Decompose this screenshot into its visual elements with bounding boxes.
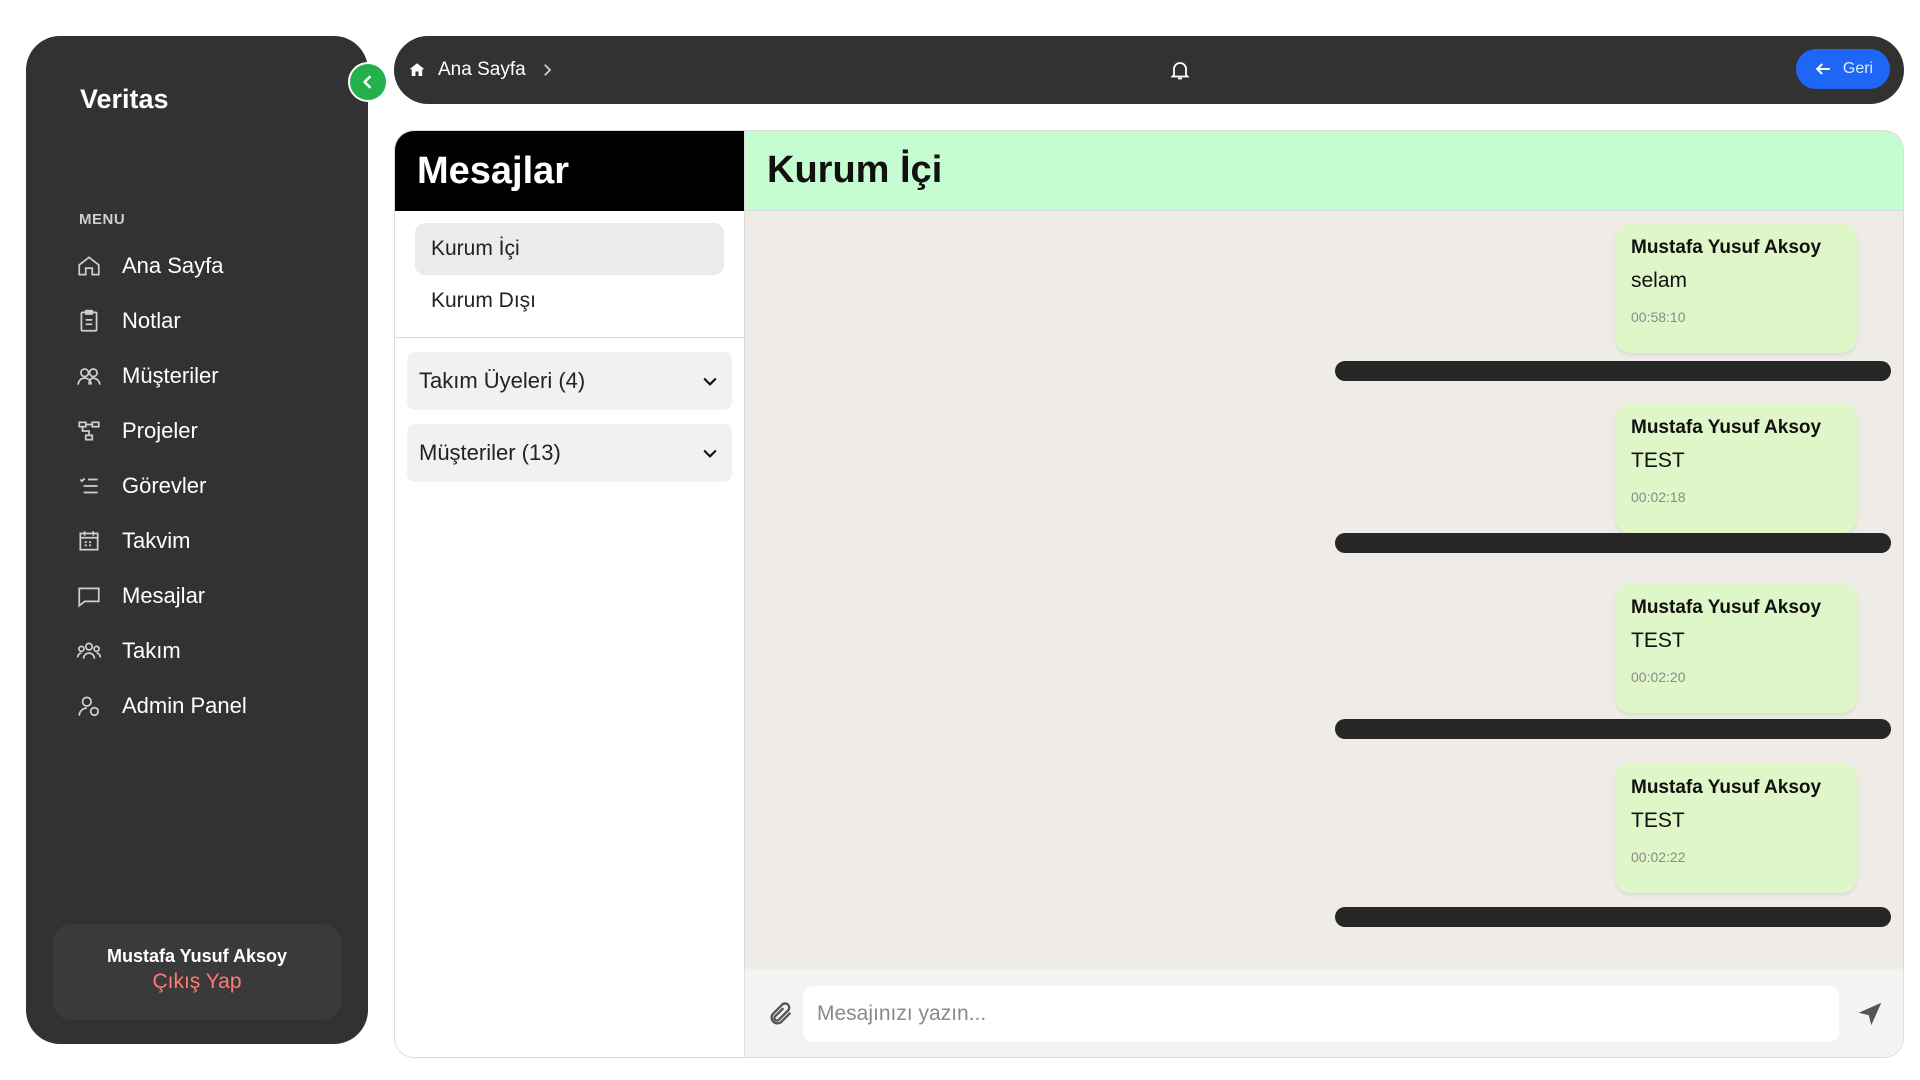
sidebar-item-admin-panel[interactable]: Admin Panel: [72, 678, 352, 733]
home-icon: [409, 63, 425, 76]
user-name: Mustafa Yusuf Aksoy: [106, 946, 288, 966]
message-bubble: Mustafa Yusuf Aksoy TEST 00:02:20: [1615, 583, 1857, 713]
sidebar-item-label: Müşteriler: [122, 362, 219, 388]
message-sender: Mustafa Yusuf Aksoy: [1631, 777, 1822, 798]
message-text: TEST: [1631, 629, 1685, 652]
hierarchy-icon: [72, 414, 106, 448]
sidebar-item-musteriler[interactable]: Müşteriler: [72, 348, 352, 403]
logout-link[interactable]: Çıkış Yap: [152, 970, 241, 994]
top-bar: Ana Sayfa Geri: [394, 36, 1904, 104]
sidebar-item-label: Notlar: [122, 307, 181, 333]
chat-title: Kurum İçi: [745, 131, 1903, 211]
admin-icon: [72, 689, 106, 723]
clipboard-icon: [72, 304, 106, 338]
user-box: Mustafa Yusuf Aksoy Çıkış Yap: [53, 924, 341, 1020]
sidebar-item-notlar[interactable]: Notlar: [72, 293, 352, 348]
tab-kurum-ici[interactable]: Kurum İçi: [415, 223, 724, 275]
back-button-label: Geri: [1842, 60, 1874, 77]
message-sender: Mustafa Yusuf Aksoy: [1631, 417, 1822, 438]
message-time: 00:02:20: [1631, 669, 1686, 685]
message-bubble: Mustafa Yusuf Aksoy TEST 00:02:18: [1615, 403, 1857, 533]
message-text: selam: [1631, 269, 1688, 292]
calendar-icon: [72, 524, 106, 558]
messages-panel: Mesajlar Kurum İçi Kurum Dışı Takım Üyel…: [394, 130, 1904, 1058]
chevron-right-icon: [543, 64, 551, 76]
sidebar-nav: Ana Sayfa Notlar Müşteriler Projeler Gör…: [72, 238, 352, 733]
message-text: TEST: [1631, 449, 1685, 472]
chevron-down-icon: [703, 377, 717, 386]
tab-kurum-disi[interactable]: Kurum Dışı: [415, 275, 724, 327]
users-icon: [72, 359, 106, 393]
collapse-sidebar-button[interactable]: [348, 62, 388, 102]
paperclip-icon[interactable]: [767, 1000, 795, 1028]
group-label: Takım Üyeleri (4): [419, 368, 586, 393]
read-receipt-bar: [1335, 533, 1891, 553]
arrow-left-icon: [1815, 63, 1830, 75]
sidebar-item-label: Takım: [122, 637, 181, 663]
sidebar-item-takvim[interactable]: Takvim: [72, 513, 352, 568]
read-receipt-bar: [1335, 907, 1891, 927]
sidebar-item-label: Görevler: [122, 472, 207, 498]
message-tabs: Kurum İçi Kurum Dışı: [395, 211, 744, 338]
sidebar-item-label: Takvim: [122, 527, 191, 553]
sidebar-item-mesajlar[interactable]: Mesajlar: [72, 568, 352, 623]
sidebar-item-projeler[interactable]: Projeler: [72, 403, 352, 458]
message-text: TEST: [1631, 809, 1685, 832]
sidebar-item-gorevler[interactable]: Görevler: [72, 458, 352, 513]
message-time: 00:02:22: [1631, 849, 1686, 865]
sidebar-item-label: Ana Sayfa: [122, 252, 224, 278]
team-icon: [72, 634, 106, 668]
message-sender: Mustafa Yusuf Aksoy: [1631, 237, 1822, 258]
chat-area: Kurum İçi Mustafa Yusuf Aksoy selam 00:5…: [745, 131, 1903, 1057]
app-brand: Veritas: [80, 84, 169, 114]
send-icon[interactable]: [1855, 999, 1885, 1029]
conversation-list: Mesajlar Kurum İçi Kurum Dışı Takım Üyel…: [395, 131, 745, 1057]
read-receipt-bar: [1335, 361, 1891, 381]
message-time: 00:02:18: [1631, 489, 1686, 505]
bell-icon[interactable]: [1168, 58, 1192, 82]
message-bubble: Mustafa Yusuf Aksoy selam 00:58:10: [1615, 223, 1857, 353]
home-icon: [72, 249, 106, 283]
message-input[interactable]: [803, 986, 1839, 1042]
chevron-down-icon: [703, 449, 717, 458]
message-composer: [745, 969, 1903, 1057]
back-button[interactable]: Geri: [1796, 49, 1890, 89]
group-team-members[interactable]: Takım Üyeleri (4): [407, 352, 732, 410]
sidebar-item-label: Projeler: [122, 417, 198, 443]
read-receipt-bar: [1335, 719, 1891, 739]
sidebar-item-label: Admin Panel: [122, 692, 247, 718]
group-label: Müşteriler (13): [419, 440, 561, 465]
message-sender: Mustafa Yusuf Aksoy: [1631, 597, 1822, 618]
chevron-left-icon: [362, 75, 372, 89]
sidebar: Veritas MENU Ana Sayfa Notlar Müşteriler…: [26, 36, 368, 1044]
message-time: 00:58:10: [1631, 309, 1686, 325]
sidebar-item-label: Mesajlar: [122, 582, 206, 608]
messages-title: Mesajlar: [395, 131, 744, 211]
breadcrumb-home[interactable]: Ana Sayfa: [438, 59, 526, 81]
chat-messages: Mustafa Yusuf Aksoy selam 00:58:10 Musta…: [745, 211, 1903, 969]
breadcrumb: Ana Sayfa: [408, 36, 556, 104]
menu-title: MENU: [79, 211, 126, 228]
group-customers[interactable]: Müşteriler (13): [407, 424, 732, 482]
chat-icon: [72, 579, 106, 613]
list-icon: [72, 469, 106, 503]
sidebar-item-ana-sayfa[interactable]: Ana Sayfa: [72, 238, 352, 293]
sidebar-item-takim[interactable]: Takım: [72, 623, 352, 678]
message-bubble: Mustafa Yusuf Aksoy TEST 00:02:22: [1615, 763, 1857, 893]
